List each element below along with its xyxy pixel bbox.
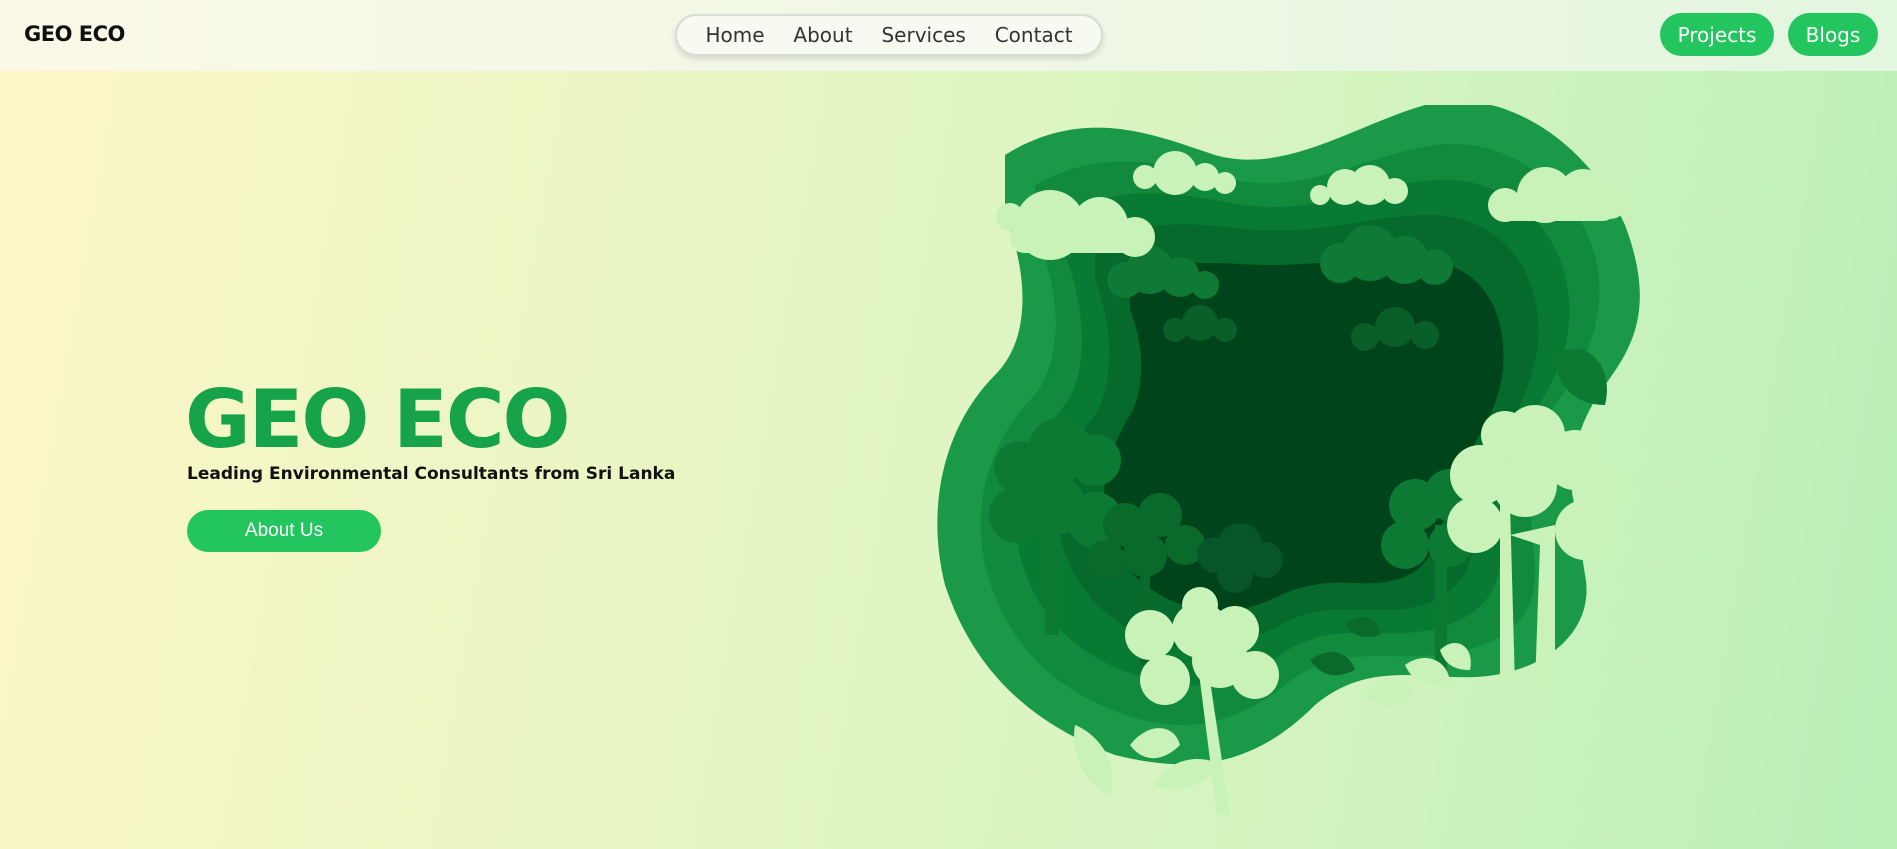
hero-subtitle: Leading Environmental Consultants from S… xyxy=(187,464,676,484)
top-navbar: GEO ECO Home About Services Contact Proj… xyxy=(0,0,1897,71)
brand-logo[interactable]: GEO ECO xyxy=(24,22,125,46)
hero-title: GEO ECO xyxy=(185,373,571,466)
paper-cut-forest-illustration xyxy=(937,105,1640,815)
about-us-button[interactable]: About Us xyxy=(187,510,381,552)
nav-services-link[interactable]: Services xyxy=(881,23,965,47)
projects-button[interactable]: Projects xyxy=(1660,13,1774,56)
main-nav: Home About Services Contact xyxy=(675,14,1103,56)
nav-about-link[interactable]: About xyxy=(793,23,852,47)
nav-home-link[interactable]: Home xyxy=(705,23,764,47)
nav-contact-link[interactable]: Contact xyxy=(995,23,1073,47)
blogs-button[interactable]: Blogs xyxy=(1788,13,1878,56)
